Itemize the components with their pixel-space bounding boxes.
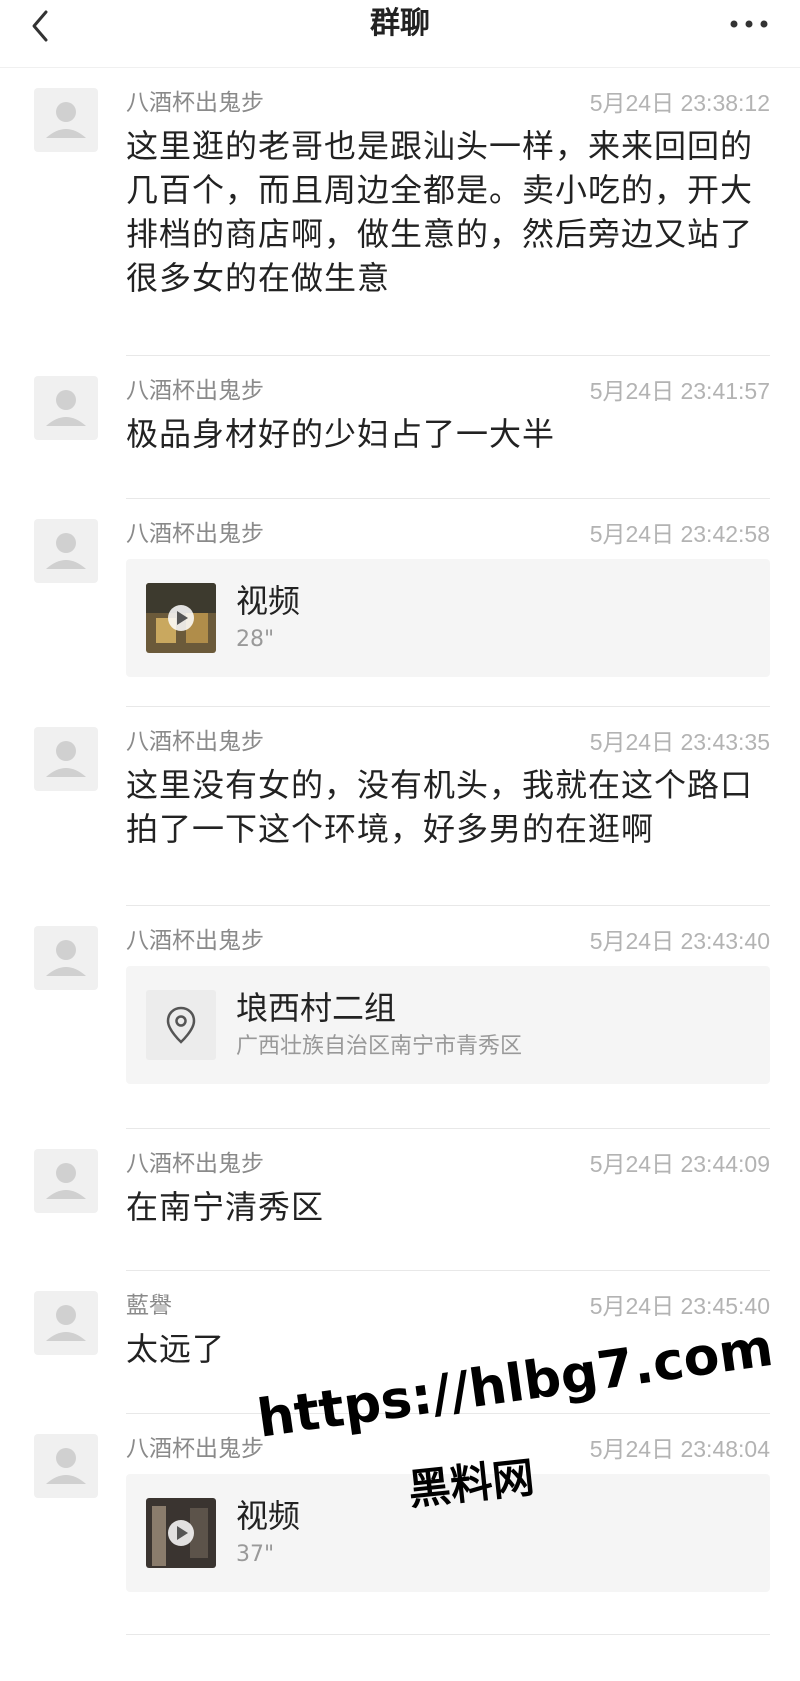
message-time: 5月24日 23:38:12 <box>589 90 770 116</box>
top-bar: 群聊 <box>0 0 800 68</box>
video-card[interactable]: 视频 28" <box>126 559 770 677</box>
video-duration: 28" <box>236 627 275 652</box>
message-text: 这里逛的老哥也是跟汕头一样，来来回回的几百个，而且周边全都是。卖小吃的，开大排档… <box>126 127 754 297</box>
message-text: 在南宁清秀区 <box>126 1188 325 1226</box>
message-item: 八酒杯出鬼步 5月24日 23:43:35 这里没有女的，没有机头，我就在这个路… <box>0 707 800 905</box>
location-title: 埌西村二组 <box>236 989 397 1027</box>
sender-name: 八酒杯出鬼步 <box>126 1151 264 1177</box>
default-user-icon <box>46 1163 86 1199</box>
message-time: 5月24日 23:45:40 <box>589 1293 770 1319</box>
video-card[interactable]: 视频 37" <box>126 1474 770 1592</box>
location-card[interactable]: 埌西村二组 广西壮族自治区南宁市青秀区 <box>126 966 770 1084</box>
default-user-icon <box>46 741 86 777</box>
avatar[interactable] <box>34 88 98 152</box>
default-user-icon <box>46 1305 86 1341</box>
default-user-icon <box>46 533 86 569</box>
sender-name: 八酒杯出鬼步 <box>126 378 264 404</box>
sender-name: 八酒杯出鬼步 <box>126 90 264 116</box>
location-pin-icon <box>166 1006 196 1044</box>
avatar[interactable] <box>34 1149 98 1213</box>
location-address: 广西壮族自治区南宁市青秀区 <box>236 1034 523 1059</box>
sender-name: 八酒杯出鬼步 <box>126 1436 264 1462</box>
avatar[interactable] <box>34 519 98 583</box>
message-time: 5月24日 23:41:57 <box>589 378 770 404</box>
sender-name: 八酒杯出鬼步 <box>126 928 264 954</box>
message-item: 八酒杯出鬼步 5月24日 23:43:40 埌西村二组 广西壮族自治区南宁市青秀… <box>0 906 800 1128</box>
message-time: 5月24日 23:43:40 <box>589 928 770 954</box>
message-text: 太远了 <box>126 1330 226 1368</box>
avatar[interactable] <box>34 376 98 440</box>
message-item: 八酒杯出鬼步 5月24日 23:48:04 视频 37" <box>0 1414 800 1634</box>
sender-name: 藍譽 <box>126 1293 172 1319</box>
message-item: 八酒杯出鬼步 5月24日 23:44:09 在南宁清秀区 <box>0 1129 800 1270</box>
divider <box>126 1634 770 1635</box>
default-user-icon <box>46 102 86 138</box>
message-text: 极品身材好的少妇占了一大半 <box>126 415 556 453</box>
message-time: 5月24日 23:48:04 <box>589 1436 770 1462</box>
avatar[interactable] <box>34 1291 98 1355</box>
avatar[interactable] <box>34 926 98 990</box>
video-thumbnail <box>146 1498 216 1568</box>
message-item: 藍譽 5月24日 23:45:40 太远了 <box>0 1271 800 1413</box>
default-user-icon <box>46 390 86 426</box>
default-user-icon <box>46 1448 86 1484</box>
sender-name: 八酒杯出鬼步 <box>126 729 264 755</box>
video-duration: 37" <box>236 1542 275 1567</box>
message-item: 八酒杯出鬼步 5月24日 23:41:57 极品身材好的少妇占了一大半 <box>0 356 800 498</box>
avatar[interactable] <box>34 727 98 791</box>
avatar[interactable] <box>34 1434 98 1498</box>
message-list: 八酒杯出鬼步 5月24日 23:38:12 这里逛的老哥也是跟汕头一样，来来回回… <box>0 68 800 1635</box>
video-title: 视频 <box>236 1497 301 1535</box>
location-icon-box <box>146 990 216 1060</box>
video-title: 视频 <box>236 582 301 620</box>
message-time: 5月24日 23:42:58 <box>589 521 770 547</box>
message-time: 5月24日 23:43:35 <box>589 729 770 755</box>
message-time: 5月24日 23:44:09 <box>589 1151 770 1177</box>
message-item: 八酒杯出鬼步 5月24日 23:38:12 这里逛的老哥也是跟汕头一样，来来回回… <box>0 68 800 355</box>
default-user-icon <box>46 940 86 976</box>
more-button[interactable] <box>724 4 774 44</box>
message-text: 这里没有女的，没有机头，我就在这个路口拍了一下这个环境，好多男的在逛啊 <box>126 766 754 848</box>
sender-name: 八酒杯出鬼步 <box>126 521 264 547</box>
page-title: 群聊 <box>370 6 430 41</box>
video-thumbnail <box>146 583 216 653</box>
more-dots-icon <box>730 20 768 28</box>
message-item: 八酒杯出鬼步 5月24日 23:42:58 视频 28" <box>0 499 800 706</box>
